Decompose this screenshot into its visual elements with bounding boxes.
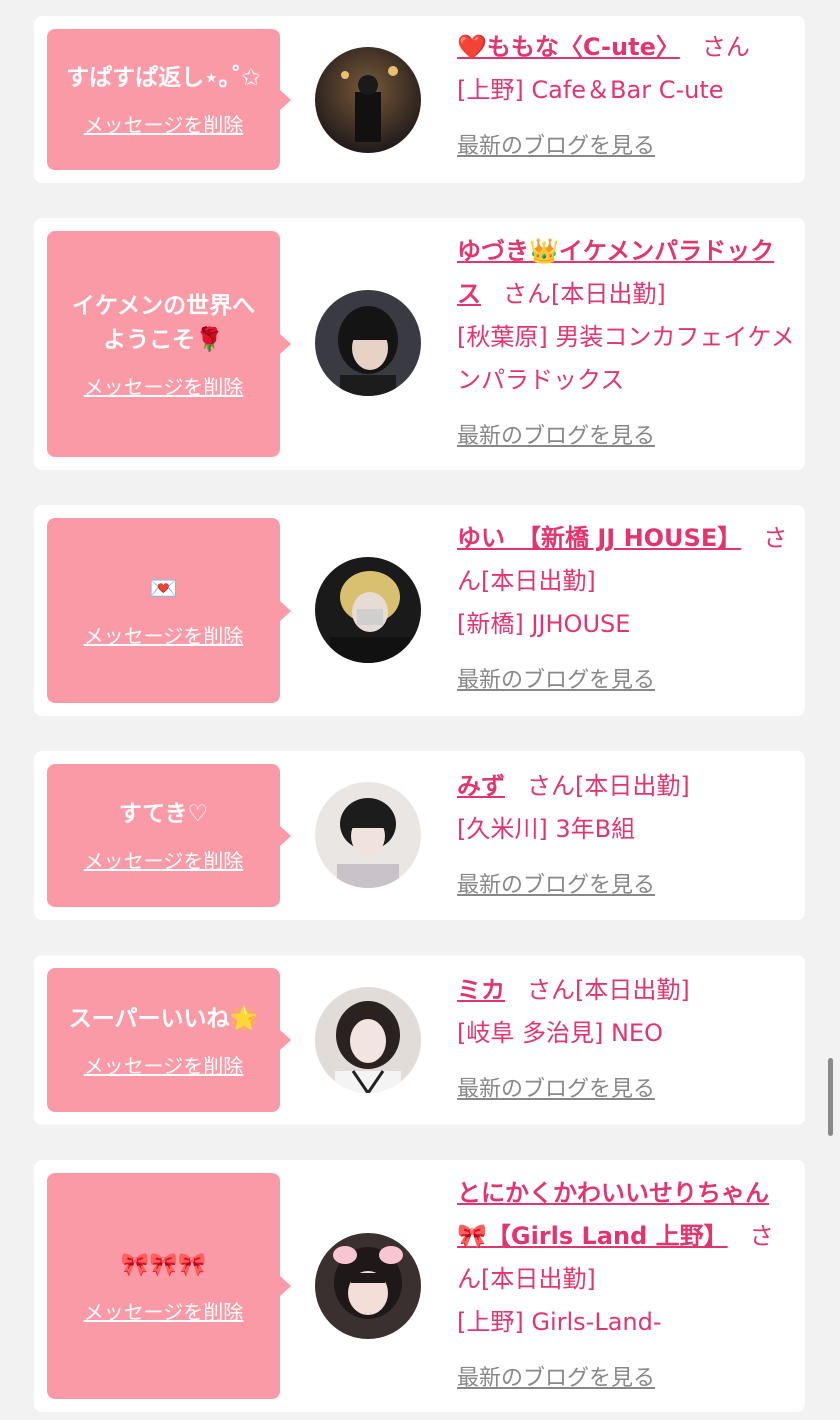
delete-message-link[interactable]: メッセージを削除 bbox=[84, 620, 244, 649]
message-bubble: イケメンの世界へ ようこそ🌹 メッセージを削除 bbox=[47, 231, 291, 457]
shop-label: [久米川] 3年B組 bbox=[457, 815, 636, 843]
shop-label: [新橋] JJHOUSE bbox=[457, 610, 631, 638]
message-text: スーパーいいね🌟 bbox=[68, 1005, 259, 1032]
cast-name-link[interactable]: とにかくかわいいせりちゃん🎀【Girls Land 上野】 bbox=[457, 1179, 769, 1250]
delete-message-link[interactable]: メッセージを削除 bbox=[84, 1296, 244, 1325]
message-bubble: 💌 メッセージを削除 bbox=[47, 518, 291, 703]
cast-name-link[interactable]: ゆい 【新橋 JJ HOUSE】 bbox=[457, 524, 741, 552]
message-text: イケメンの世界へ ようこそ🌹 bbox=[71, 292, 256, 353]
delete-message-link[interactable]: メッセージを削除 bbox=[84, 1050, 244, 1079]
scrollbar-thumb[interactable] bbox=[828, 1058, 833, 1136]
delete-message-link[interactable]: メッセージを削除 bbox=[84, 845, 244, 874]
cast-info: とにかくかわいいせりちゃん🎀【Girls Land 上野】 さん[本日出勤] [上… bbox=[457, 1172, 797, 1400]
avatar[interactable] bbox=[315, 290, 421, 396]
latest-blog-link[interactable]: 最新のブログを見る bbox=[457, 1357, 655, 1400]
message-card: すぱすぱ返し⋆｡˚✩ メッセージを削除 ❤️ももな〈C-ute〉 さん [上野] … bbox=[34, 16, 805, 183]
shop-label: [上野] Girls-Land- bbox=[457, 1308, 662, 1336]
latest-blog-link[interactable]: 最新のブログを見る bbox=[457, 125, 655, 168]
honorific: さん bbox=[701, 33, 750, 61]
status-badge: [本日出勤] bbox=[551, 280, 666, 308]
message-bubble: スーパーいいね🌟 メッセージを削除 bbox=[47, 968, 291, 1112]
message-bubble: すぱすぱ返し⋆｡˚✩ メッセージを削除 bbox=[47, 29, 291, 170]
cast-info: ゆづき👑イケメンパラドックス さん[本日出勤] [秋葉原] 男装コンカフェイケメン… bbox=[457, 230, 797, 458]
message-text: すてき♡ bbox=[118, 801, 209, 827]
honorific: さん bbox=[503, 280, 551, 308]
cast-name-link[interactable]: ミカ bbox=[457, 976, 505, 1004]
status-badge: [本日出勤] bbox=[575, 772, 690, 800]
avatar[interactable] bbox=[315, 782, 421, 888]
latest-blog-link[interactable]: 最新のブログを見る bbox=[457, 1068, 655, 1111]
shop-label: [岐阜 多治見] NEO bbox=[457, 1019, 663, 1047]
message-card: 🎀🎀🎀 メッセージを削除 とにかくかわいいせりちゃん🎀【Girls Land 上… bbox=[34, 1160, 805, 1412]
message-bubble: 🎀🎀🎀 メッセージを削除 bbox=[47, 1173, 291, 1399]
cast-info: みず さん[本日出勤] [久米川] 3年B組 最新のブログを見る bbox=[457, 765, 797, 907]
honorific: さん bbox=[527, 772, 575, 800]
message-card: すてき♡ メッセージを削除 みず さん[本日出勤] [久米川] 3年B組 最新のブ… bbox=[34, 751, 805, 920]
avatar[interactable] bbox=[315, 987, 421, 1093]
avatar[interactable] bbox=[315, 557, 421, 663]
message-text: 💌 bbox=[149, 576, 178, 602]
cast-info: ゆい 【新橋 JJ HOUSE】 さん[本日出勤] [新橋] JJHOUSE 最新… bbox=[457, 517, 797, 702]
cast-info: ❤️ももな〈C-ute〉 さん [上野] Cafe＆Bar C-ute 最新のブロ… bbox=[457, 26, 797, 168]
shop-label: [上野] Cafe＆Bar C-ute bbox=[457, 76, 724, 104]
avatar[interactable] bbox=[315, 1233, 421, 1339]
delete-message-link[interactable]: メッセージを削除 bbox=[84, 371, 244, 400]
message-card: 💌 メッセージを削除 ゆい 【新橋 JJ HOUSE】 さん[本日出勤] [新橋]… bbox=[34, 505, 805, 716]
status-badge: [本日出勤] bbox=[575, 976, 690, 1004]
message-card: イケメンの世界へ ようこそ🌹 メッセージを削除 ゆづき👑イケメンパラドックス さん… bbox=[34, 218, 805, 470]
message-text: 🎀🎀🎀 bbox=[120, 1251, 207, 1278]
cast-name-link[interactable]: みず bbox=[457, 772, 505, 800]
message-card: スーパーいいね🌟 メッセージを削除 ミカ さん[本日出勤] [岐阜 多治見] NE… bbox=[34, 955, 805, 1125]
shop-label: [秋葉原] 男装コンカフェイケメンパラドックス bbox=[457, 323, 795, 394]
status-badge: [本日出勤] bbox=[481, 567, 596, 595]
latest-blog-link[interactable]: 最新のブログを見る bbox=[457, 864, 655, 907]
message-bubble: すてき♡ メッセージを削除 bbox=[47, 764, 291, 907]
latest-blog-link[interactable]: 最新のブログを見る bbox=[457, 415, 655, 458]
avatar[interactable] bbox=[315, 47, 421, 153]
latest-blog-link[interactable]: 最新のブログを見る bbox=[457, 659, 655, 702]
message-text: すぱすぱ返し⋆｡˚✩ bbox=[66, 65, 261, 91]
cast-name-link[interactable]: ❤️ももな〈C-ute〉 bbox=[457, 33, 680, 61]
cast-info: ミカ さん[本日出勤] [岐阜 多治見] NEO 最新のブログを見る bbox=[457, 969, 797, 1111]
status-badge: [本日出勤] bbox=[481, 1265, 596, 1293]
honorific: さん bbox=[527, 976, 575, 1004]
delete-message-link[interactable]: メッセージを削除 bbox=[84, 109, 244, 138]
